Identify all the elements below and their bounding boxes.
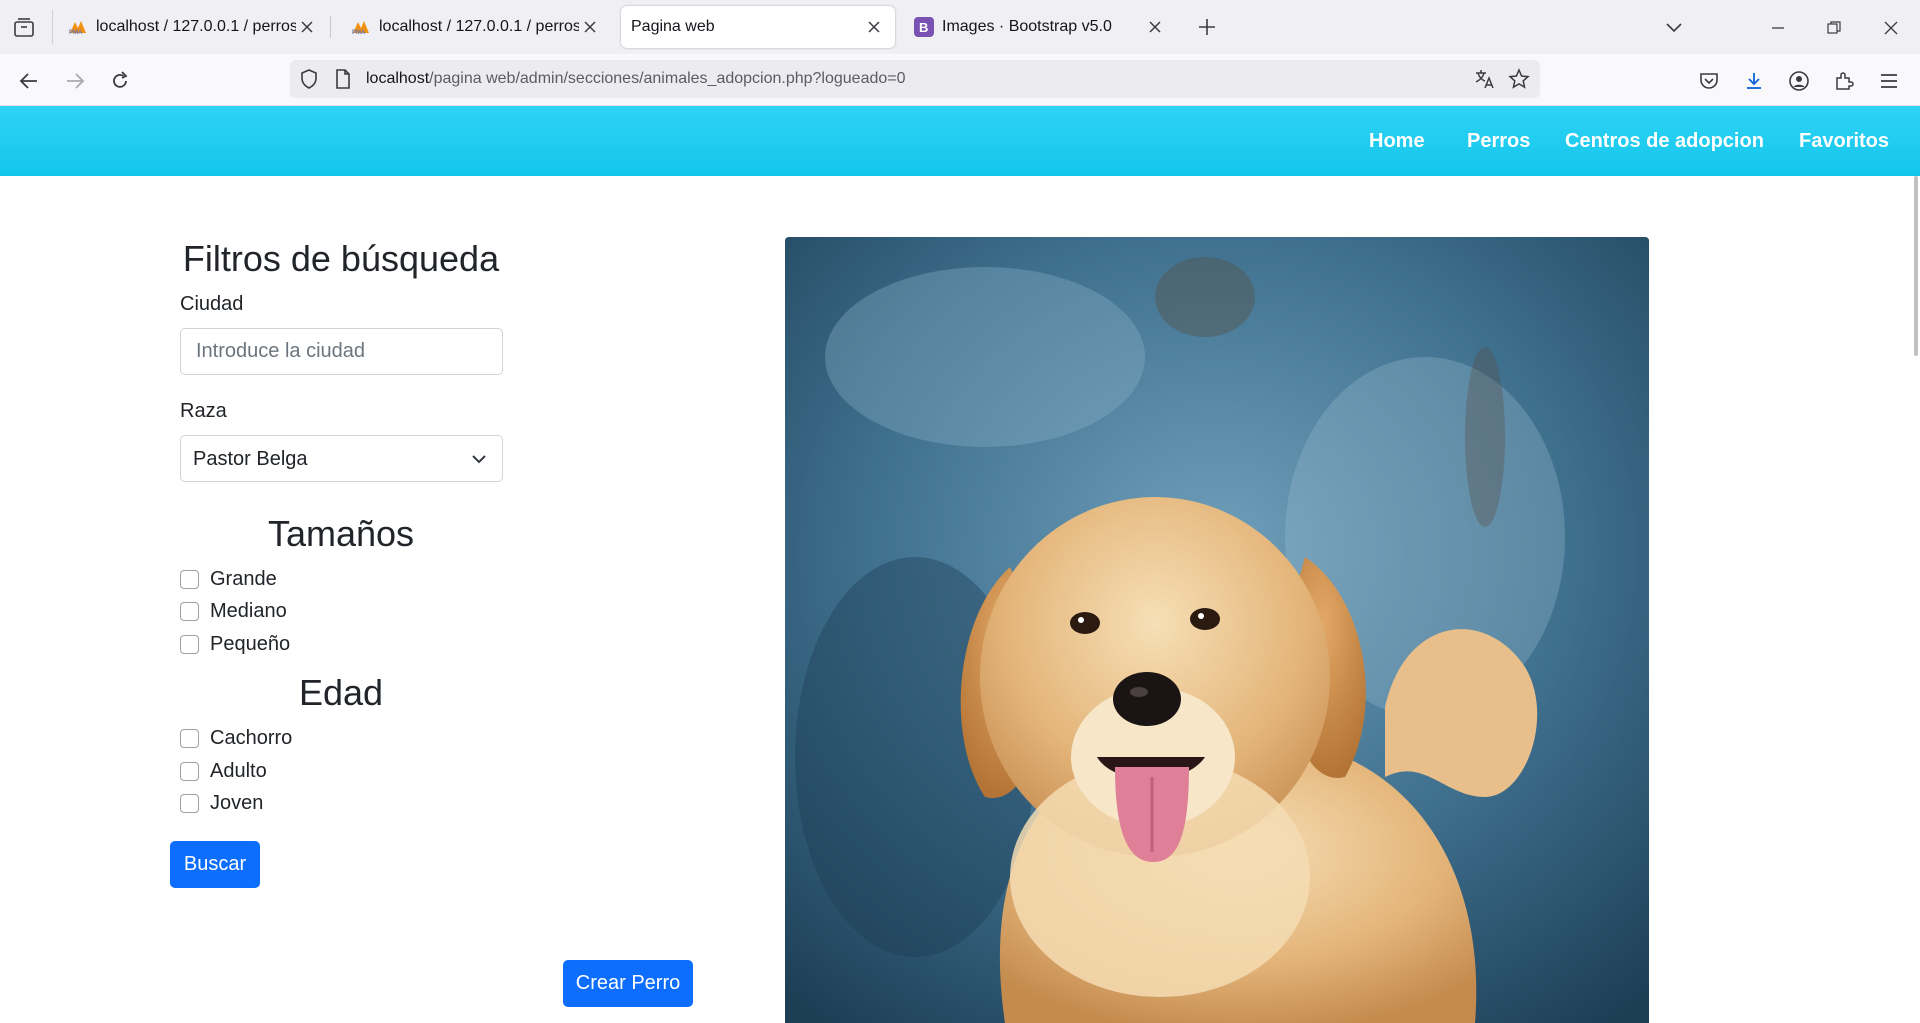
checkbox-label: Pequeño	[210, 633, 291, 655]
tab-list-icon[interactable]	[12, 16, 36, 40]
list-all-tabs-icon[interactable]	[1660, 14, 1688, 42]
svg-text:B: B	[919, 20, 928, 35]
tab-title: Pagina web	[631, 18, 715, 35]
breed-select-value: Pastor Belga	[193, 448, 308, 470]
minimize-icon[interactable]	[1764, 14, 1792, 42]
url-bar[interactable]: localhost/pagina web/admin/secciones/ani…	[290, 60, 1540, 98]
city-input[interactable]	[180, 328, 503, 375]
checkbox-box[interactable]	[180, 762, 199, 781]
create-dog-button[interactable]: Crear Perro	[563, 960, 693, 1007]
city-label: Ciudad	[180, 293, 244, 315]
account-icon[interactable]	[1784, 66, 1814, 96]
tab-separator	[330, 16, 331, 38]
filters-title: Filtros de búsqueda	[182, 238, 500, 279]
browser-toolbar: localhost/pagina web/admin/secciones/ani…	[0, 54, 1920, 106]
browser-tab-active[interactable]: Pagina web	[621, 6, 895, 48]
checkbox-box[interactable]	[180, 635, 199, 654]
age-checkbox-adulto[interactable]: Adulto	[180, 760, 267, 783]
browser-tab-phpmyadmin-1[interactable]: PMA localhost / 127.0.0.1 / perros / u	[58, 6, 331, 48]
extensions-icon[interactable]	[1829, 66, 1859, 96]
page-icon[interactable]	[332, 68, 354, 90]
pocket-icon[interactable]	[1694, 66, 1724, 96]
back-arrow-icon[interactable]	[14, 66, 44, 96]
menu-hamburger-icon[interactable]	[1874, 66, 1904, 96]
shield-icon[interactable]	[298, 68, 320, 90]
url-host: localhost	[366, 70, 430, 87]
reload-icon[interactable]	[105, 66, 135, 96]
breed-label: Raza	[180, 400, 227, 422]
site-navbar: Home Perros Centros de adopcion Favorito…	[0, 106, 1920, 176]
bootstrap-icon: B	[914, 17, 934, 37]
sizes-title: Tamaños	[267, 513, 415, 554]
bookmark-star-icon[interactable]	[1508, 68, 1530, 90]
dog-photo	[785, 237, 1649, 1023]
url-text[interactable]: localhost/pagina web/admin/secciones/ani…	[366, 70, 906, 88]
age-checkbox-joven[interactable]: Joven	[180, 792, 263, 815]
close-tab-icon[interactable]	[863, 16, 885, 38]
close-window-icon[interactable]	[1877, 14, 1905, 42]
close-tab-icon[interactable]	[296, 16, 318, 38]
nav-perros-link[interactable]: Perros	[1467, 130, 1530, 153]
checkbox-label: Cachorro	[210, 727, 293, 749]
svg-text:PMA: PMA	[69, 30, 83, 35]
translate-icon[interactable]	[1474, 68, 1496, 90]
nav-home-link[interactable]: Home	[1369, 130, 1425, 153]
checkbox-label: Joven	[210, 792, 264, 814]
new-tab-icon[interactable]	[1194, 14, 1220, 40]
age-checkbox-cachorro[interactable]: Cachorro	[180, 727, 292, 750]
chevron-down-icon	[470, 450, 488, 468]
downloads-icon[interactable]	[1739, 66, 1769, 96]
browser-tab-bootstrap[interactable]: B Images · Bootstrap v5.0	[904, 6, 1176, 48]
search-button[interactable]: Buscar	[170, 841, 260, 888]
checkbox-label: Adulto	[210, 760, 267, 782]
checkbox-box[interactable]	[180, 794, 199, 813]
restore-icon[interactable]	[1820, 14, 1848, 42]
url-path: /pagina web/admin/secciones/animales_ado…	[429, 70, 906, 87]
nav-favoritos-link[interactable]: Favoritos	[1799, 130, 1889, 153]
size-checkbox-grande[interactable]: Grande	[180, 568, 277, 591]
nav-centros-link[interactable]: Centros de adopcion	[1565, 130, 1764, 153]
checkbox-label: Grande	[210, 568, 277, 590]
size-checkbox-mediano[interactable]: Mediano	[180, 600, 287, 623]
checkbox-box[interactable]	[180, 570, 199, 589]
close-tab-icon[interactable]	[1144, 16, 1166, 38]
browser-tab-phpmyadmin-2[interactable]: PMA localhost / 127.0.0.1 / perros / r	[341, 6, 611, 48]
breed-select[interactable]: Pastor Belga	[180, 435, 503, 482]
tab-title: Images · Bootstrap v5.0	[942, 18, 1112, 35]
phpmyadmin-icon: PMA	[351, 17, 371, 37]
page-scrollbar[interactable]	[1914, 176, 1918, 356]
checkbox-box[interactable]	[180, 729, 199, 748]
forward-arrow-icon[interactable]	[60, 66, 90, 96]
size-checkbox-pequeno[interactable]: Pequeño	[180, 633, 290, 656]
close-tab-icon[interactable]	[579, 16, 601, 38]
tab-title: localhost / 127.0.0.1 / perros / u	[96, 18, 296, 35]
browser-tab-bar: PMA localhost / 127.0.0.1 / perros / u P…	[0, 0, 1920, 54]
age-title: Edad	[298, 672, 384, 713]
tab-title: localhost / 127.0.0.1 / perros / r	[379, 18, 579, 35]
tab-separator	[52, 10, 53, 44]
svg-text:PMA: PMA	[352, 30, 366, 35]
checkbox-box[interactable]	[180, 602, 199, 621]
checkbox-label: Mediano	[210, 600, 287, 622]
phpmyadmin-icon: PMA	[68, 17, 88, 37]
